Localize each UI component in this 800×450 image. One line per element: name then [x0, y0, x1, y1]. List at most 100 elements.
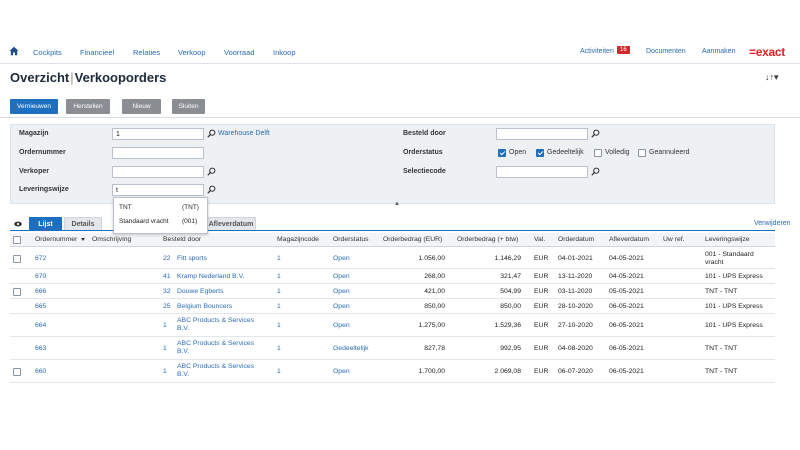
- verkoper-label: Verkoper: [19, 168, 49, 175]
- order-number-link[interactable]: 663: [35, 345, 46, 352]
- order-number-link[interactable]: 670: [35, 273, 46, 280]
- verwijderen-link[interactable]: Verwijderen: [754, 220, 791, 227]
- nav-voorraad[interactable]: Voorraad: [224, 48, 254, 57]
- status-open-checkbox[interactable]: [498, 149, 506, 157]
- order-amount-incl-vat: 504,99: [500, 288, 521, 295]
- nav-financieel[interactable]: Financieel: [80, 48, 114, 57]
- order-amount-incl-vat: 2.069,08: [494, 368, 521, 375]
- customer-name-link[interactable]: Fitt sports: [177, 255, 207, 262]
- warehouse-code-link[interactable]: 1: [277, 273, 281, 280]
- customer-number-link[interactable]: 41: [163, 273, 171, 280]
- tab-details[interactable]: Details: [64, 217, 102, 230]
- order-status-link[interactable]: Open: [333, 303, 350, 310]
- customer-name-link[interactable]: ABC Products & Services B.V.: [177, 363, 259, 379]
- ordernummer-input[interactable]: [112, 147, 204, 159]
- search-icon[interactable]: [207, 167, 216, 176]
- delivery-method: 101 - UPS Express: [705, 273, 763, 280]
- customer-number-link[interactable]: 32: [163, 288, 171, 295]
- order-number-link[interactable]: 660: [35, 368, 46, 375]
- order-number-link[interactable]: 664: [35, 322, 46, 329]
- magazijn-input[interactable]: [112, 128, 204, 140]
- warehouse-code-link[interactable]: 1: [277, 368, 281, 375]
- customer-name-link[interactable]: Belgium Bouncers: [177, 303, 232, 310]
- verkoper-input[interactable]: [112, 166, 204, 178]
- column-header[interactable]: Ordernummer: [35, 236, 77, 243]
- activiteiten-link[interactable]: Activiteiten: [580, 48, 614, 55]
- order-status-link[interactable]: Open: [333, 255, 350, 262]
- column-header[interactable]: Orderbedrag (EUR): [383, 236, 442, 243]
- herstellen-button[interactable]: Herstellen: [66, 99, 110, 114]
- vernieuwen-button[interactable]: Vernieuwen: [10, 99, 58, 114]
- customer-name-link[interactable]: ABC Products & Services B.V.: [177, 340, 259, 356]
- documenten-link[interactable]: Documenten: [646, 48, 686, 55]
- nav-relaties[interactable]: Relaties: [133, 48, 160, 57]
- column-header[interactable]: Afleverdatum: [609, 236, 649, 243]
- tab-afleverdatum[interactable]: Afleverdatum: [206, 217, 256, 230]
- select-all-checkbox[interactable]: [13, 236, 21, 244]
- customer-number-link[interactable]: 1: [163, 345, 167, 352]
- row-checkbox[interactable]: [13, 368, 21, 376]
- status-gedeeltelijk-checkbox[interactable]: [536, 149, 544, 157]
- warehouse-code-link[interactable]: 1: [277, 288, 281, 295]
- row-checkbox[interactable]: [13, 288, 21, 296]
- order-status-link[interactable]: Open: [333, 322, 350, 329]
- column-header[interactable]: Orderstatus: [333, 236, 369, 243]
- order-status-link[interactable]: Open: [333, 368, 350, 375]
- column-header[interactable]: Omschrijving: [92, 236, 131, 243]
- search-icon[interactable]: [207, 129, 216, 138]
- nav-inkoop[interactable]: Inkoop: [273, 48, 296, 57]
- order-date: 28-10-2020: [558, 303, 593, 310]
- column-header[interactable]: Besteld door: [163, 236, 201, 243]
- column-header[interactable]: Magazijncode: [277, 236, 319, 243]
- currency: EUR: [534, 288, 549, 295]
- search-icon[interactable]: [207, 185, 216, 194]
- order-number-link[interactable]: 666: [35, 288, 46, 295]
- warehouse-code-link[interactable]: 1: [277, 255, 281, 262]
- warehouse-code-link[interactable]: 1: [277, 322, 281, 329]
- customer-name-link[interactable]: Kramp Nederland B.V.: [177, 273, 244, 280]
- besteld-door-input[interactable]: [496, 128, 588, 140]
- search-icon[interactable]: [591, 129, 600, 138]
- tab-lijst[interactable]: Lijst: [29, 217, 62, 230]
- leveringswijze-input[interactable]: [112, 184, 204, 196]
- nav-cockpits[interactable]: Cockpits: [33, 48, 62, 57]
- column-header[interactable]: Leveringswijze: [705, 236, 750, 243]
- customer-name-link[interactable]: Douwe Egberts: [177, 288, 223, 295]
- home-icon[interactable]: [9, 46, 19, 56]
- customer-number-link[interactable]: 1: [163, 322, 167, 329]
- order-status-link[interactable]: Open: [333, 288, 350, 295]
- warehouse-code-link[interactable]: 1: [277, 303, 281, 310]
- sluiten-button[interactable]: Sluiten: [172, 99, 205, 114]
- column-header[interactable]: Orderdatum: [558, 236, 594, 243]
- exact-logo: =exact: [749, 45, 785, 59]
- order-status-link[interactable]: Gedeeltelijk: [333, 345, 369, 352]
- customer-number-link[interactable]: 22: [163, 255, 171, 262]
- column-header[interactable]: Orderbedrag (+ btw): [457, 236, 518, 243]
- status-volledig-checkbox[interactable]: [594, 149, 602, 157]
- selectiecode-input[interactable]: [496, 166, 588, 178]
- aanmaken-link[interactable]: Aanmaken: [702, 48, 735, 55]
- customer-number-link[interactable]: 25: [163, 303, 171, 310]
- dropdown-option-name[interactable]: Standaard vracht: [119, 218, 169, 225]
- collapse-filters-icon[interactable]: ▲: [394, 201, 400, 207]
- customer-number-link[interactable]: 1: [163, 368, 167, 375]
- dropdown-option-name[interactable]: TNT: [119, 204, 132, 211]
- row-checkbox[interactable]: [13, 255, 21, 263]
- sort-icon[interactable]: ↓↑▾: [765, 72, 779, 83]
- order-status-link[interactable]: Open: [333, 273, 350, 280]
- warehouse-code-link[interactable]: 1: [277, 345, 281, 352]
- delivery-date: 05-05-2021: [609, 288, 644, 295]
- nav-verkoop[interactable]: Verkoop: [178, 48, 206, 57]
- eye-icon[interactable]: [14, 221, 22, 227]
- warehouse-link[interactable]: Warehouse Delft: [218, 130, 270, 137]
- column-header[interactable]: Val.: [534, 236, 545, 243]
- search-icon[interactable]: [591, 167, 600, 176]
- status-geannuleerd-checkbox[interactable]: [638, 149, 646, 157]
- order-number-link[interactable]: 665: [35, 303, 46, 310]
- status-gedeeltelijk-label: Gedeeltelijk: [547, 149, 584, 156]
- order-amount-eur: 421,00: [424, 288, 445, 295]
- column-header[interactable]: Uw ref.: [663, 236, 685, 243]
- order-number-link[interactable]: 672: [35, 255, 46, 262]
- nieuw-button[interactable]: Nieuw: [122, 99, 161, 114]
- customer-name-link[interactable]: ABC Products & Services B.V.: [177, 317, 259, 333]
